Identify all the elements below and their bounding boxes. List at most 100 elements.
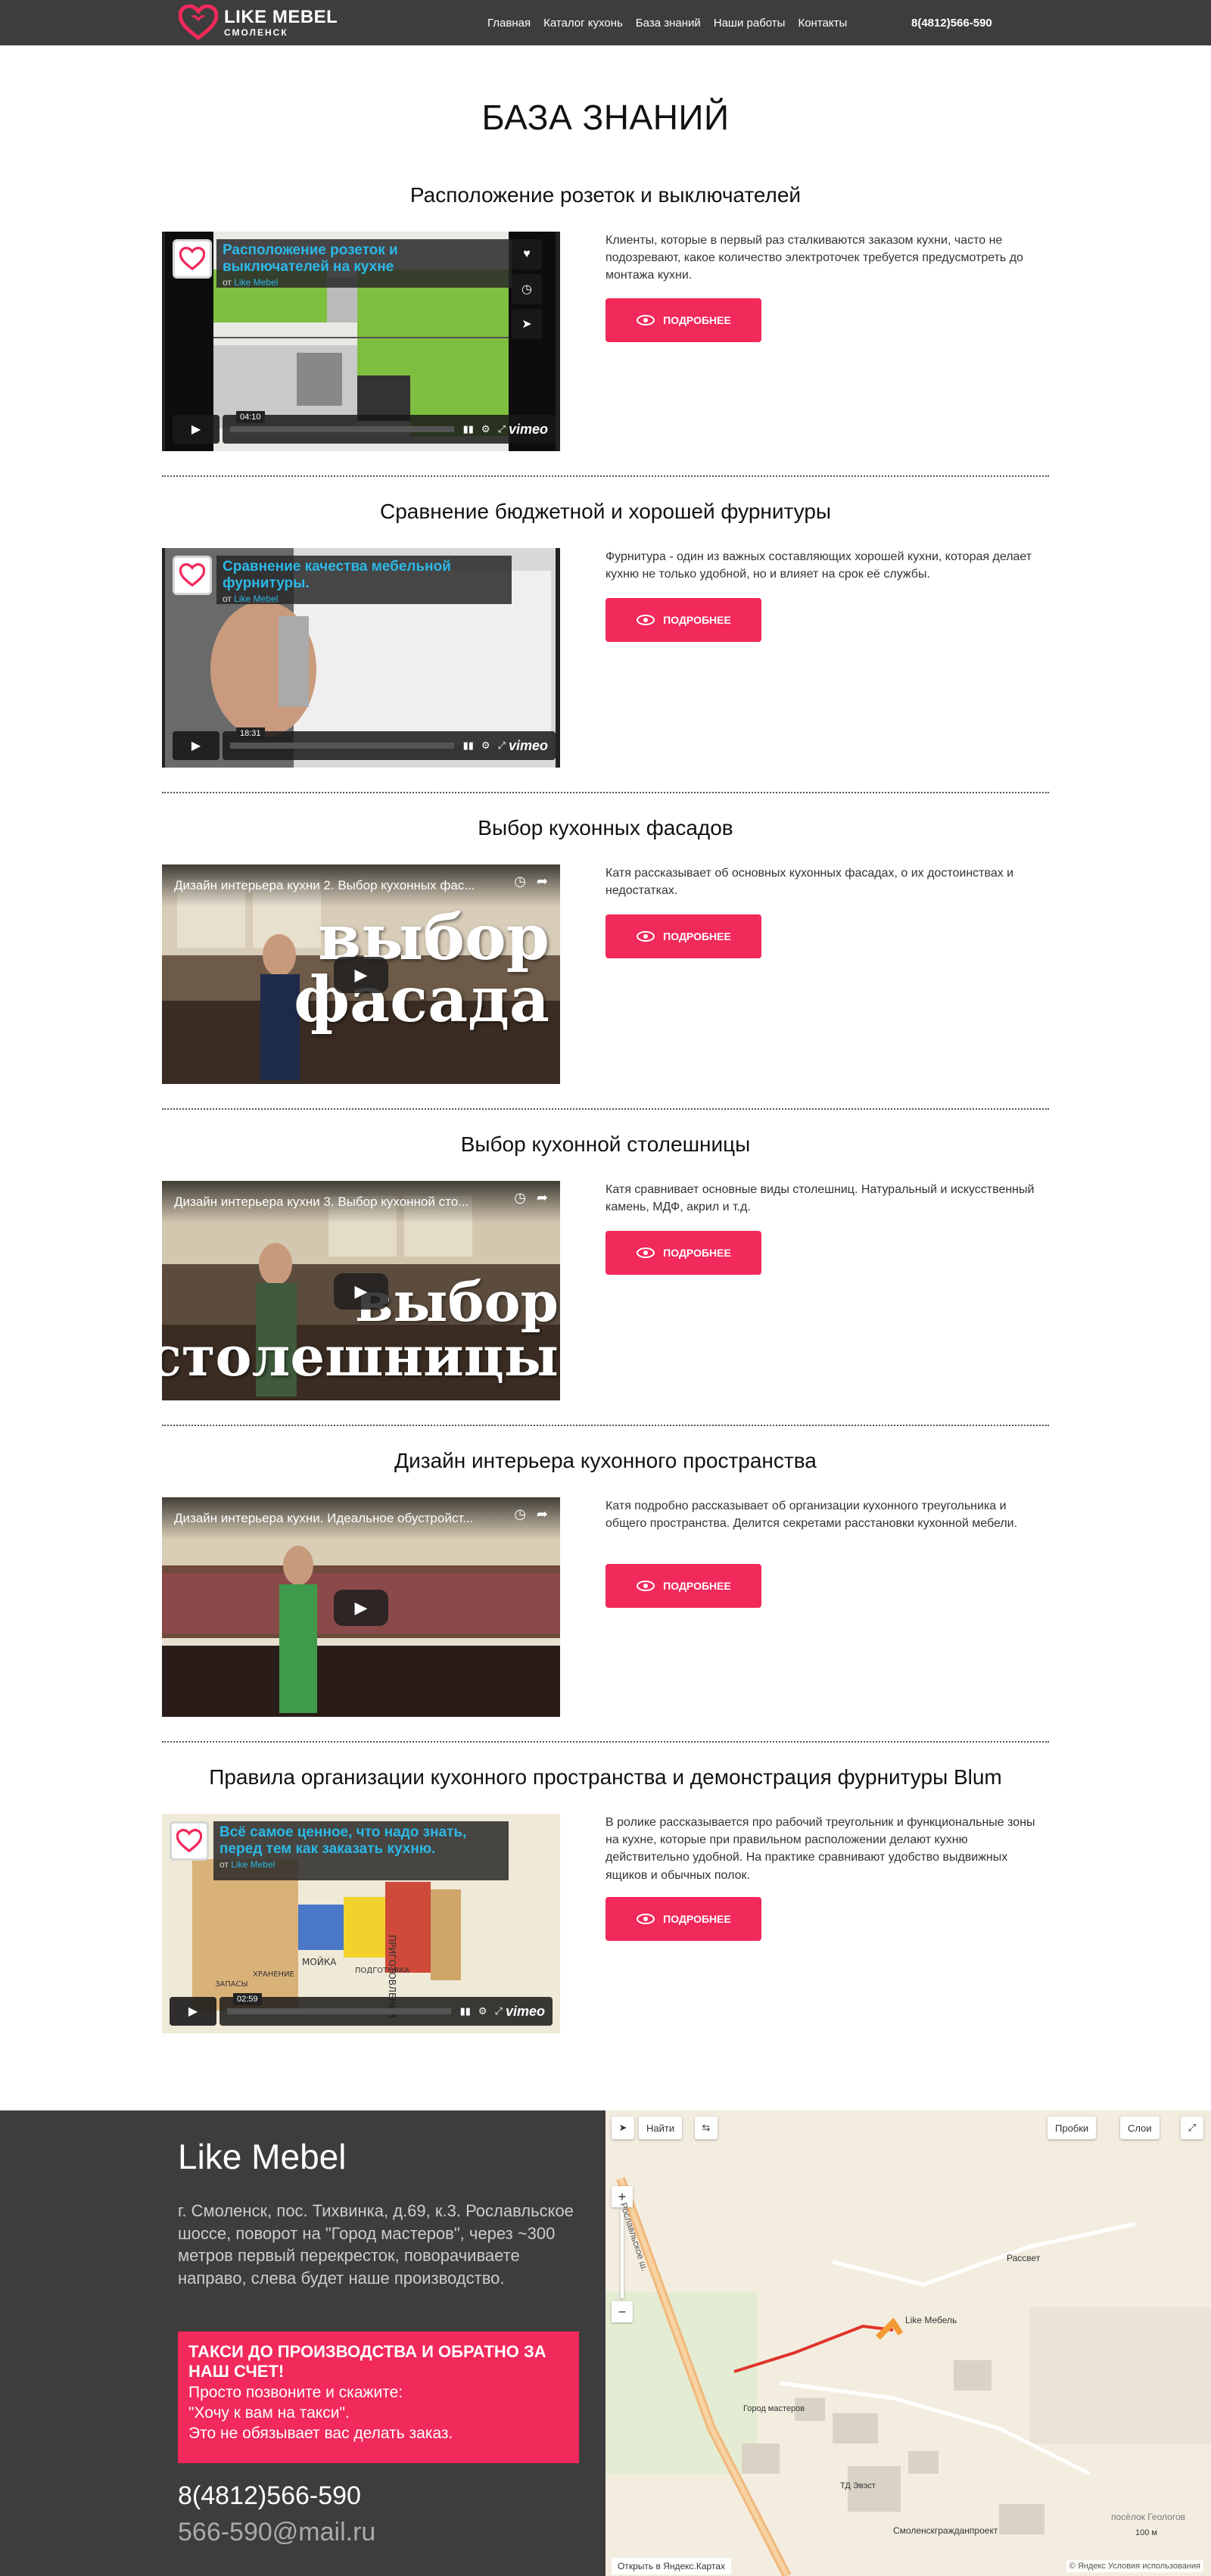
map-copyright[interactable]: © Яндекс Условия использования (1066, 2560, 1203, 2572)
watch-later-icon[interactable]: ◷ (512, 274, 542, 304)
play-button[interactable]: ▶ (170, 1997, 216, 2026)
vimeo-logo-icon[interactable]: vimeo (509, 738, 548, 754)
video-author[interactable]: Like Mebel (234, 593, 278, 604)
video-title[interactable]: Всё самое ценное, что надо знать, перед … (219, 1824, 503, 1858)
vimeo-logo-icon[interactable]: vimeo (509, 422, 548, 438)
eye-icon (637, 1581, 655, 1591)
volume-icon[interactable]: ▮▮ (463, 423, 474, 435)
more-button[interactable]: ПОДРОБНЕЕ (606, 914, 761, 958)
yandex-map[interactable]: ➤ Найти ⇆ Пробки Слои ⤢ + − Рассвет Like… (606, 2110, 1211, 2576)
zoom-out-icon[interactable]: − (612, 2301, 633, 2322)
map-place-label: Смоленскгражданпроект (893, 2525, 998, 2536)
video-player[interactable]: Дизайн интерьера кухни. Идеальное обустр… (162, 1497, 560, 1717)
video-duration: 04:10 (236, 411, 265, 423)
nav-link-catalog[interactable]: Каталог кухонь (543, 17, 623, 30)
heart-logo-icon (179, 5, 218, 41)
fullscreen-icon[interactable]: ⤢ (498, 423, 506, 435)
article-blum: Правила организации кухонного пространст… (162, 1765, 1049, 2079)
vimeo-logo-icon[interactable]: vimeo (506, 2004, 545, 2020)
heart-logo-icon (179, 563, 205, 587)
play-button[interactable]: ▶ (173, 731, 219, 760)
video-title[interactable]: Дизайн интерьера кухни 2. Выбор кухонных… (174, 878, 500, 893)
map-place-label: Рассвет (1007, 2253, 1041, 2263)
play-button[interactable]: ▶ (334, 1273, 388, 1310)
settings-icon[interactable]: ⚙ (478, 2005, 487, 2017)
video-player[interactable]: Дизайн интерьера кухни 2. Выбор кухонных… (162, 864, 560, 1084)
more-button[interactable]: ПОДРОБНЕЕ (606, 298, 761, 342)
taxi-line: "Хочу к вам на такси". (188, 2404, 350, 2422)
more-button[interactable]: ПОДРОБНЕЕ (606, 1231, 761, 1275)
channel-avatar[interactable] (173, 239, 212, 279)
volume-icon[interactable]: ▮▮ (463, 740, 474, 752)
article-title: Дизайн интерьера кухонного пространства (394, 1449, 817, 1472)
map-place-label[interactable]: Like Мебель (905, 2315, 957, 2325)
eye-icon (637, 615, 655, 625)
nav-link-knowledge-base[interactable]: База знаний (636, 17, 701, 30)
zoom-slider[interactable] (621, 2210, 624, 2298)
fullscreen-icon[interactable]: ⤢ (498, 740, 506, 752)
watch-later-icon[interactable]: ◷ (514, 1506, 526, 1522)
play-button[interactable]: ▶ (334, 1590, 388, 1626)
watch-later-icon[interactable]: ◷ (514, 874, 526, 889)
more-button[interactable]: ПОДРОБНЕЕ (606, 1564, 761, 1608)
volume-icon[interactable]: ▮▮ (460, 2005, 471, 2017)
video-player[interactable]: Расположение розеток и выключателей на к… (162, 232, 560, 451)
article-title: Выбор кухонной столешницы (460, 1132, 751, 1156)
share-icon[interactable]: ➦ (537, 1190, 548, 1206)
more-button[interactable]: ПОДРОБНЕЕ (606, 1897, 761, 1941)
share-icon[interactable]: ➦ (537, 874, 548, 889)
map-fullscreen-icon[interactable]: ⤢ (1181, 2117, 1203, 2139)
settings-icon[interactable]: ⚙ (481, 740, 490, 752)
channel-avatar[interactable] (173, 556, 212, 595)
map-find-button[interactable]: Найти (639, 2117, 683, 2139)
more-button-label: ПОДРОБНЕЕ (663, 930, 731, 942)
footer-address: г. Смоленск, пос. Тихвинка, д.69, к.3. Р… (178, 2201, 574, 2288)
eye-icon (637, 1248, 655, 1258)
map-scale: 100 м (1135, 2528, 1157, 2537)
play-button[interactable]: ▶ (334, 957, 388, 993)
progress-track[interactable]: 18:31 (230, 727, 454, 749)
eye-icon (637, 1914, 655, 1924)
share-icon[interactable]: ➤ (512, 309, 542, 339)
fullscreen-icon[interactable]: ⤢ (495, 2005, 503, 2017)
video-player[interactable]: Дизайн интерьера кухни 3. Выбор кухонной… (162, 1181, 560, 1400)
video-player[interactable]: ПРИГОТОВЛЕНИЯ МОЙКА ПОДГОТОВКА ХРАНЕНИЕ … (162, 1814, 560, 2033)
divider (162, 1425, 1049, 1426)
footer-phone[interactable]: 8(4812)566-590 (178, 2481, 361, 2511)
video-by: от (219, 1858, 229, 1870)
geolocation-icon[interactable]: ➤ (612, 2117, 634, 2139)
progress-track[interactable]: 02:59 (227, 1993, 451, 2014)
like-icon[interactable]: ♥ (512, 239, 542, 269)
play-button[interactable]: ▶ (173, 415, 219, 444)
more-button[interactable]: ПОДРОБНЕЕ (606, 598, 761, 642)
nav-link-contacts[interactable]: Контакты (798, 17, 847, 30)
more-button-label: ПОДРОБНЕЕ (663, 1913, 731, 1925)
video-title[interactable]: Расположение розеток и выключателей на к… (223, 242, 506, 276)
video-title[interactable]: Дизайн интерьера кухни 3. Выбор кухонной… (174, 1195, 500, 1210)
map-canvas[interactable] (606, 2110, 1211, 2576)
nav-link-works[interactable]: Наши работы (714, 17, 786, 30)
watch-later-icon[interactable]: ◷ (514, 1190, 526, 1206)
route-icon[interactable]: ⇆ (695, 2117, 718, 2139)
settings-icon[interactable]: ⚙ (481, 423, 490, 435)
video-author[interactable]: Like Mebel (234, 277, 278, 288)
video-player[interactable]: Сравнение качества мебельной фурнитуры. … (162, 548, 560, 768)
video-author[interactable]: Like Mebel (231, 1859, 275, 1870)
video-title[interactable]: Сравнение качества мебельной фурнитуры. (223, 559, 506, 592)
progress-track[interactable]: 04:10 (230, 411, 454, 432)
open-in-yandex-maps-link[interactable]: Открыть в Яндекс.Картах (612, 2558, 731, 2574)
header-phone[interactable]: 8(4812)566-590 (911, 0, 992, 45)
video-by: от (223, 593, 232, 604)
logo[interactable]: LIKE MEBEL СМОЛЕНСК (179, 5, 338, 41)
heart-logo-icon (176, 1829, 202, 1853)
channel-avatar[interactable] (170, 1821, 209, 1861)
map-layers-button[interactable]: Слои (1120, 2117, 1160, 2139)
video-title[interactable]: Дизайн интерьера кухни. Идеальное обустр… (174, 1511, 500, 1526)
article-kitchen-design: Дизайн интерьера кухонного пространства … (162, 1449, 1049, 1763)
scene-word: ЗАПАСЫ (215, 1980, 247, 1989)
share-icon[interactable]: ➦ (537, 1506, 548, 1522)
map-traffic-button[interactable]: Пробки (1048, 2117, 1097, 2139)
article-sockets: Расположение розеток и выключателей Расп… (162, 183, 1049, 497)
nav-link-home[interactable]: Главная (487, 17, 531, 30)
footer-email[interactable]: 566-590@mail.ru (178, 2518, 375, 2547)
